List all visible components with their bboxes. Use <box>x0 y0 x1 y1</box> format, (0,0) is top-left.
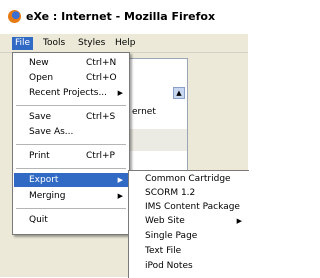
menu-item-label: Single Page <box>145 231 198 241</box>
menu-file[interactable]: File <box>12 37 34 50</box>
menu-item-label: New <box>29 58 49 68</box>
export-ims-content-package[interactable]: IMS Content Package <box>129 201 248 214</box>
menu-item-label: Save <box>29 112 52 122</box>
menu-item-print[interactable]: Print Ctrl+P <box>14 149 128 163</box>
menu-item-label: Print <box>29 151 50 161</box>
menu-separator <box>16 208 126 209</box>
menu-item-merging[interactable]: Merging ▶ <box>14 189 128 203</box>
export-single-page[interactable]: Single Page <box>129 230 248 243</box>
menu-item-label: Recent Projects... <box>29 88 108 98</box>
export-common-cartridge[interactable]: Common Cartridge <box>129 173 248 186</box>
menu-help[interactable]: Help <box>112 37 139 50</box>
menu-item-quit[interactable]: Quit <box>14 213 128 227</box>
export-ipod-notes[interactable]: iPod Notes <box>129 260 248 273</box>
menu-item-open[interactable]: Open Ctrl+O <box>14 71 128 85</box>
scroll-up-arrow-icon[interactable]: ▲ <box>173 87 185 99</box>
submenu-arrow-icon: ▶ <box>117 89 123 97</box>
menu-item-label: Merging <box>29 191 66 201</box>
menu-tools[interactable]: Tools <box>40 37 68 50</box>
menu-item-label: SCORM 1.2 <box>145 188 196 198</box>
menu-item-label: Open <box>29 73 54 83</box>
menu-item-new[interactable]: New Ctrl+N <box>14 56 128 70</box>
export-scorm[interactable]: SCORM 1.2 <box>129 187 248 200</box>
menu-item-label: Web Site <box>145 216 185 226</box>
window-title: eXe : Internet - Mozilla Firefox <box>26 10 216 23</box>
menu-item-label: Quit <box>29 215 48 225</box>
export-text-file[interactable]: Text File <box>129 245 248 258</box>
firefox-icon <box>8 10 21 23</box>
window-titlebar: eXe : Internet - Mozilla Firefox <box>0 0 248 32</box>
menu-item-shortcut: Ctrl+S <box>86 112 116 122</box>
menu-item-label: Text File <box>145 246 182 256</box>
menu-bar: File Tools Styles Help <box>0 34 248 53</box>
file-menu: New Ctrl+N Open Ctrl+O Recent Projects..… <box>12 52 130 235</box>
export-submenu: Common Cartridge SCORM 1.2 IMS Content P… <box>128 170 249 278</box>
menu-separator <box>16 105 126 106</box>
menu-item-save-as[interactable]: Save As... <box>14 125 128 139</box>
menu-item-label: iPod Notes <box>145 261 193 271</box>
menu-item-label: IMS Content Package <box>145 202 240 212</box>
menu-item-shortcut: Ctrl+N <box>86 58 117 68</box>
outline-panel: ▲ ernet <box>128 58 188 188</box>
panel-row <box>129 129 187 151</box>
menu-item-label: Common Cartridge <box>145 174 231 184</box>
menu-item-recent-projects[interactable]: Recent Projects... ▶ <box>14 86 128 100</box>
panel-text-fragment: ernet <box>132 107 156 117</box>
submenu-arrow-icon: ▶ <box>117 176 123 184</box>
menu-separator <box>16 144 126 145</box>
menu-item-save[interactable]: Save Ctrl+S <box>14 110 128 124</box>
menu-item-export[interactable]: Export ▶ <box>14 173 128 187</box>
submenu-arrow-icon: ▶ <box>236 217 242 225</box>
export-web-site[interactable]: Web Site ▶ <box>129 215 248 228</box>
menu-separator <box>16 168 126 169</box>
menu-styles[interactable]: Styles <box>75 37 108 50</box>
menu-item-label: Save As... <box>29 127 74 137</box>
submenu-arrow-icon: ▶ <box>117 192 123 200</box>
menu-item-shortcut: Ctrl+P <box>86 151 115 161</box>
menu-item-label: Export <box>29 175 59 185</box>
menu-item-shortcut: Ctrl+O <box>86 73 117 83</box>
